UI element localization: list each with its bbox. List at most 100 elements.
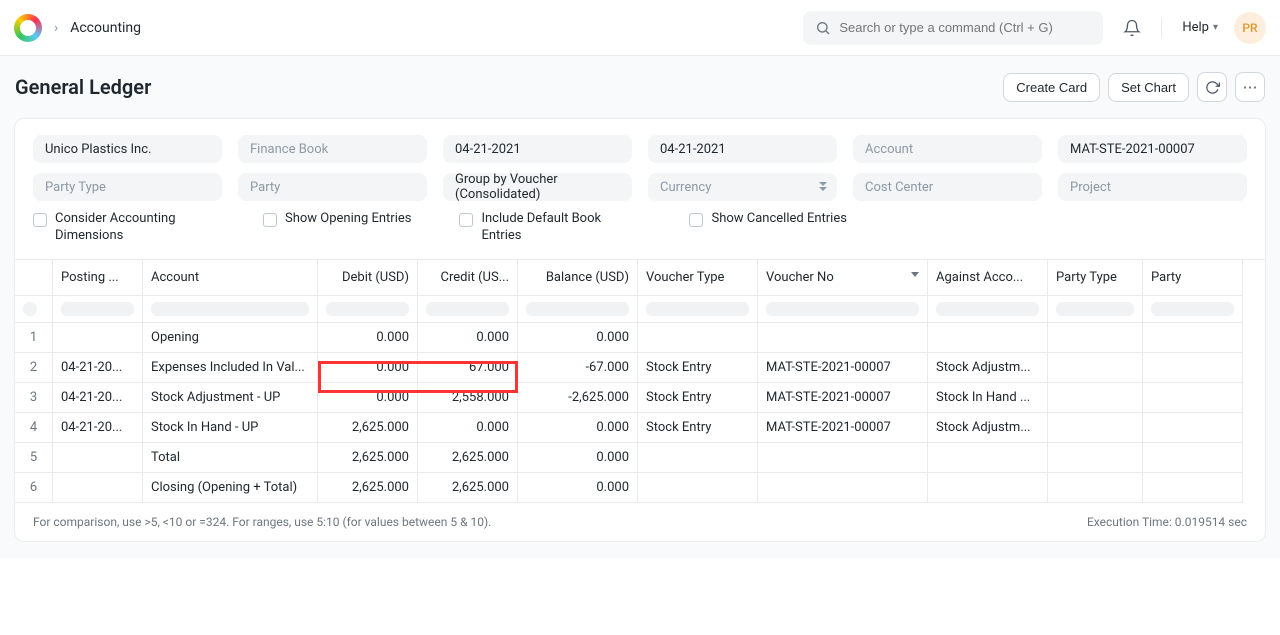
cell-account: Stock Adjustment - UP [143, 383, 318, 413]
cell-debit: 2,625.000 [318, 413, 418, 443]
refresh-button[interactable] [1197, 72, 1227, 102]
cell-against [928, 443, 1048, 473]
cell-vno: MAT-STE-2021-00007 [758, 383, 928, 413]
check-opening[interactable]: Show Opening Entries [263, 211, 411, 228]
cell-debit: 2,625.000 [318, 473, 418, 503]
create-card-button[interactable]: Create Card [1003, 73, 1100, 102]
col-against[interactable]: Against Acco... [928, 260, 1048, 296]
table-filter-row[interactable] [15, 296, 1265, 323]
cell-vno [758, 323, 928, 353]
cell-account: Closing (Opening + Total) [143, 473, 318, 503]
table-footer: For comparison, use >5, <10 or =324. For… [15, 503, 1265, 541]
cell-date: 04-21-20... [53, 353, 143, 383]
cell-credit: 0.000 [418, 413, 518, 443]
cell-credit: 2,558.000 [418, 383, 518, 413]
col-balance[interactable]: Balance (USD) [518, 260, 638, 296]
cell-party [1143, 443, 1243, 473]
currency-filter[interactable]: Currency [648, 173, 837, 201]
finance-book-filter[interactable]: Finance Book [238, 135, 427, 163]
cell-credit: 67.000 [418, 353, 518, 383]
cell-against: Stock Adjustm... [928, 353, 1048, 383]
col-credit[interactable]: Credit (US... [418, 260, 518, 296]
cell-against: Stock In Hand ... [928, 383, 1048, 413]
cell-party [1143, 413, 1243, 443]
cell-rownum: 2 [15, 353, 53, 383]
account-filter[interactable]: Account [853, 135, 1042, 163]
cell-balance: 0.000 [518, 323, 638, 353]
help-menu[interactable]: Help ▾ [1182, 20, 1218, 35]
cell-vtype: Stock Entry [638, 353, 758, 383]
to-date-filter[interactable]: 04-21-2021 [648, 135, 837, 163]
cell-balance: -67.000 [518, 353, 638, 383]
check-dimensions[interactable]: Consider Accounting Dimensions [33, 211, 215, 245]
filter-hint: For comparison, use >5, <10 or =324. For… [33, 515, 491, 529]
group-by-filter[interactable]: Group by Voucher (Consolidated) [443, 173, 632, 201]
table-row[interactable]: 404-21-20...Stock In Hand - UP2,625.0000… [15, 413, 1265, 443]
col-debit[interactable]: Debit (USD) [318, 260, 418, 296]
party-type-filter[interactable]: Party Type [33, 173, 222, 201]
cell-ptype [1048, 323, 1143, 353]
col-rownum[interactable] [15, 260, 53, 296]
cell-vno [758, 443, 928, 473]
cell-rownum: 5 [15, 443, 53, 473]
cell-vno: MAT-STE-2021-00007 [758, 353, 928, 383]
col-party[interactable]: Party [1143, 260, 1243, 296]
cell-debit: 0.000 [318, 383, 418, 413]
table-row[interactable]: 204-21-20...Expenses Included In Val...0… [15, 353, 1265, 383]
search-bar[interactable] [803, 11, 1103, 45]
party-filter[interactable]: Party [238, 173, 427, 201]
cell-account: Expenses Included In Val... [143, 353, 318, 383]
cell-account: Total [143, 443, 318, 473]
app-logo[interactable] [14, 14, 42, 42]
cell-debit: 0.000 [318, 353, 418, 383]
cell-rownum: 6 [15, 473, 53, 503]
page-title: General Ledger [15, 75, 151, 99]
more-button[interactable]: ⋯ [1235, 72, 1265, 102]
cost-center-filter[interactable]: Cost Center [853, 173, 1042, 201]
report-card: Unico Plastics Inc. Finance Book 04-21-2… [14, 118, 1266, 542]
chevron-right-icon: › [54, 20, 58, 36]
execution-time: Execution Time: 0.019514 sec [1087, 515, 1247, 529]
cell-against [928, 473, 1048, 503]
cell-vtype: Stock Entry [638, 413, 758, 443]
navbar: › Accounting Help ▾ PR [0, 0, 1280, 56]
cell-rownum: 1 [15, 323, 53, 353]
col-voucher-no[interactable]: Voucher No [758, 260, 928, 296]
report-table: Posting ... Account Debit (USD) Credit (… [15, 259, 1265, 503]
col-voucher-type[interactable]: Voucher Type [638, 260, 758, 296]
table-row[interactable]: 1Opening0.0000.0000.000 [15, 323, 1265, 353]
cell-party [1143, 473, 1243, 503]
checkbox-icon [689, 213, 703, 227]
cell-vtype [638, 473, 758, 503]
cell-vno: MAT-STE-2021-00007 [758, 413, 928, 443]
sort-desc-icon [911, 272, 919, 277]
table-header: Posting ... Account Debit (USD) Credit (… [15, 260, 1265, 296]
breadcrumb[interactable]: Accounting [70, 20, 141, 36]
search-input[interactable] [839, 20, 1091, 35]
cell-ptype [1048, 413, 1143, 443]
cell-credit: 0.000 [418, 323, 518, 353]
col-party-type[interactable]: Party Type [1048, 260, 1143, 296]
table-row[interactable]: 5Total2,625.0002,625.0000.000 [15, 443, 1265, 473]
checkbox-icon [33, 213, 47, 227]
col-posting-date[interactable]: Posting ... [53, 260, 143, 296]
check-default-book[interactable]: Include Default Book Entries [459, 211, 641, 245]
cell-party [1143, 383, 1243, 413]
cell-account: Stock In Hand - UP [143, 413, 318, 443]
table-row[interactable]: 6Closing (Opening + Total)2,625.0002,625… [15, 473, 1265, 503]
col-account[interactable]: Account [143, 260, 318, 296]
cell-vtype [638, 323, 758, 353]
from-date-filter[interactable]: 04-21-2021 [443, 135, 632, 163]
table-row[interactable]: 304-21-20...Stock Adjustment - UP0.0002,… [15, 383, 1265, 413]
cell-ptype [1048, 353, 1143, 383]
cell-vno [758, 473, 928, 503]
avatar[interactable]: PR [1234, 12, 1266, 44]
bell-icon[interactable] [1123, 19, 1141, 37]
check-cancelled[interactable]: Show Cancelled Entries [689, 211, 846, 228]
cell-rownum: 4 [15, 413, 53, 443]
voucher-no-filter[interactable]: MAT-STE-2021-00007 [1058, 135, 1247, 163]
company-filter[interactable]: Unico Plastics Inc. [33, 135, 222, 163]
project-filter[interactable]: Project [1058, 173, 1247, 201]
set-chart-button[interactable]: Set Chart [1108, 73, 1189, 102]
cell-rownum: 3 [15, 383, 53, 413]
